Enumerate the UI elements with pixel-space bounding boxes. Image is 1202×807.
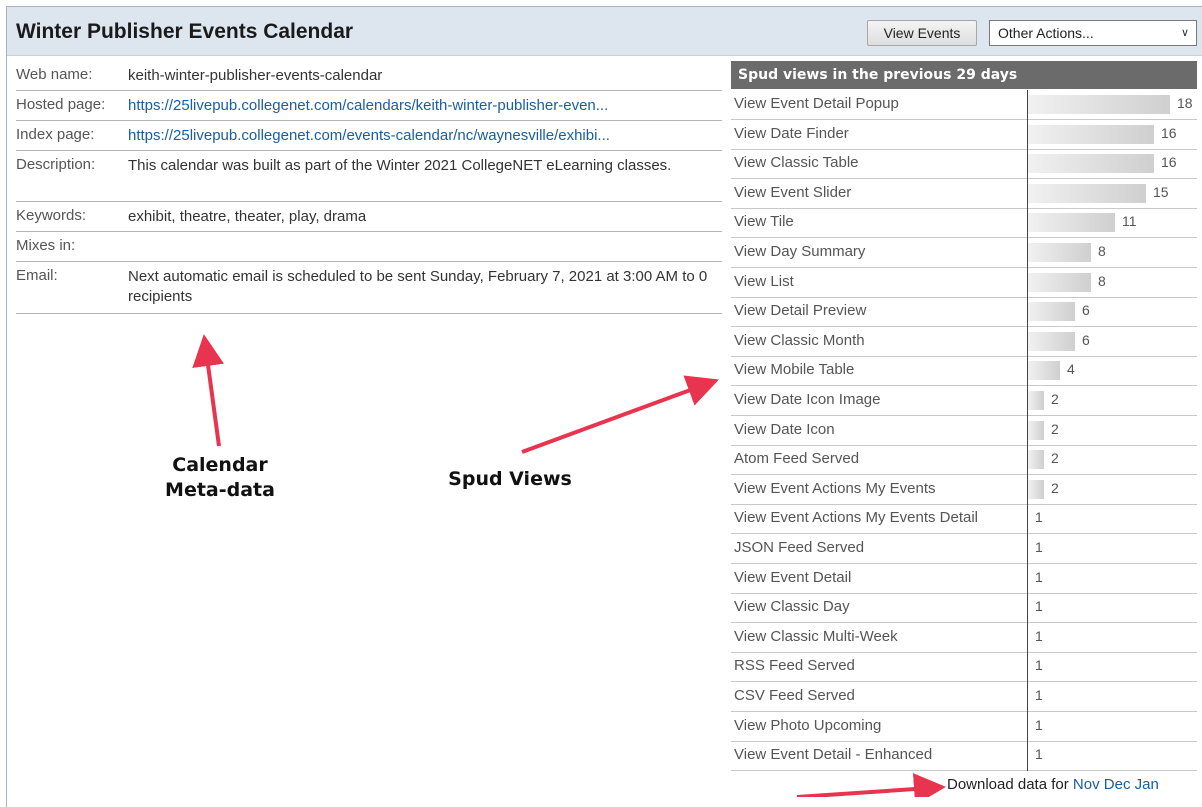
arrow-spud-views — [521, 375, 720, 454]
arrow-download-data — [796, 773, 946, 797]
annotation-arrows — [192, 334, 946, 797]
arrow-calendar-metadata — [192, 334, 225, 447]
